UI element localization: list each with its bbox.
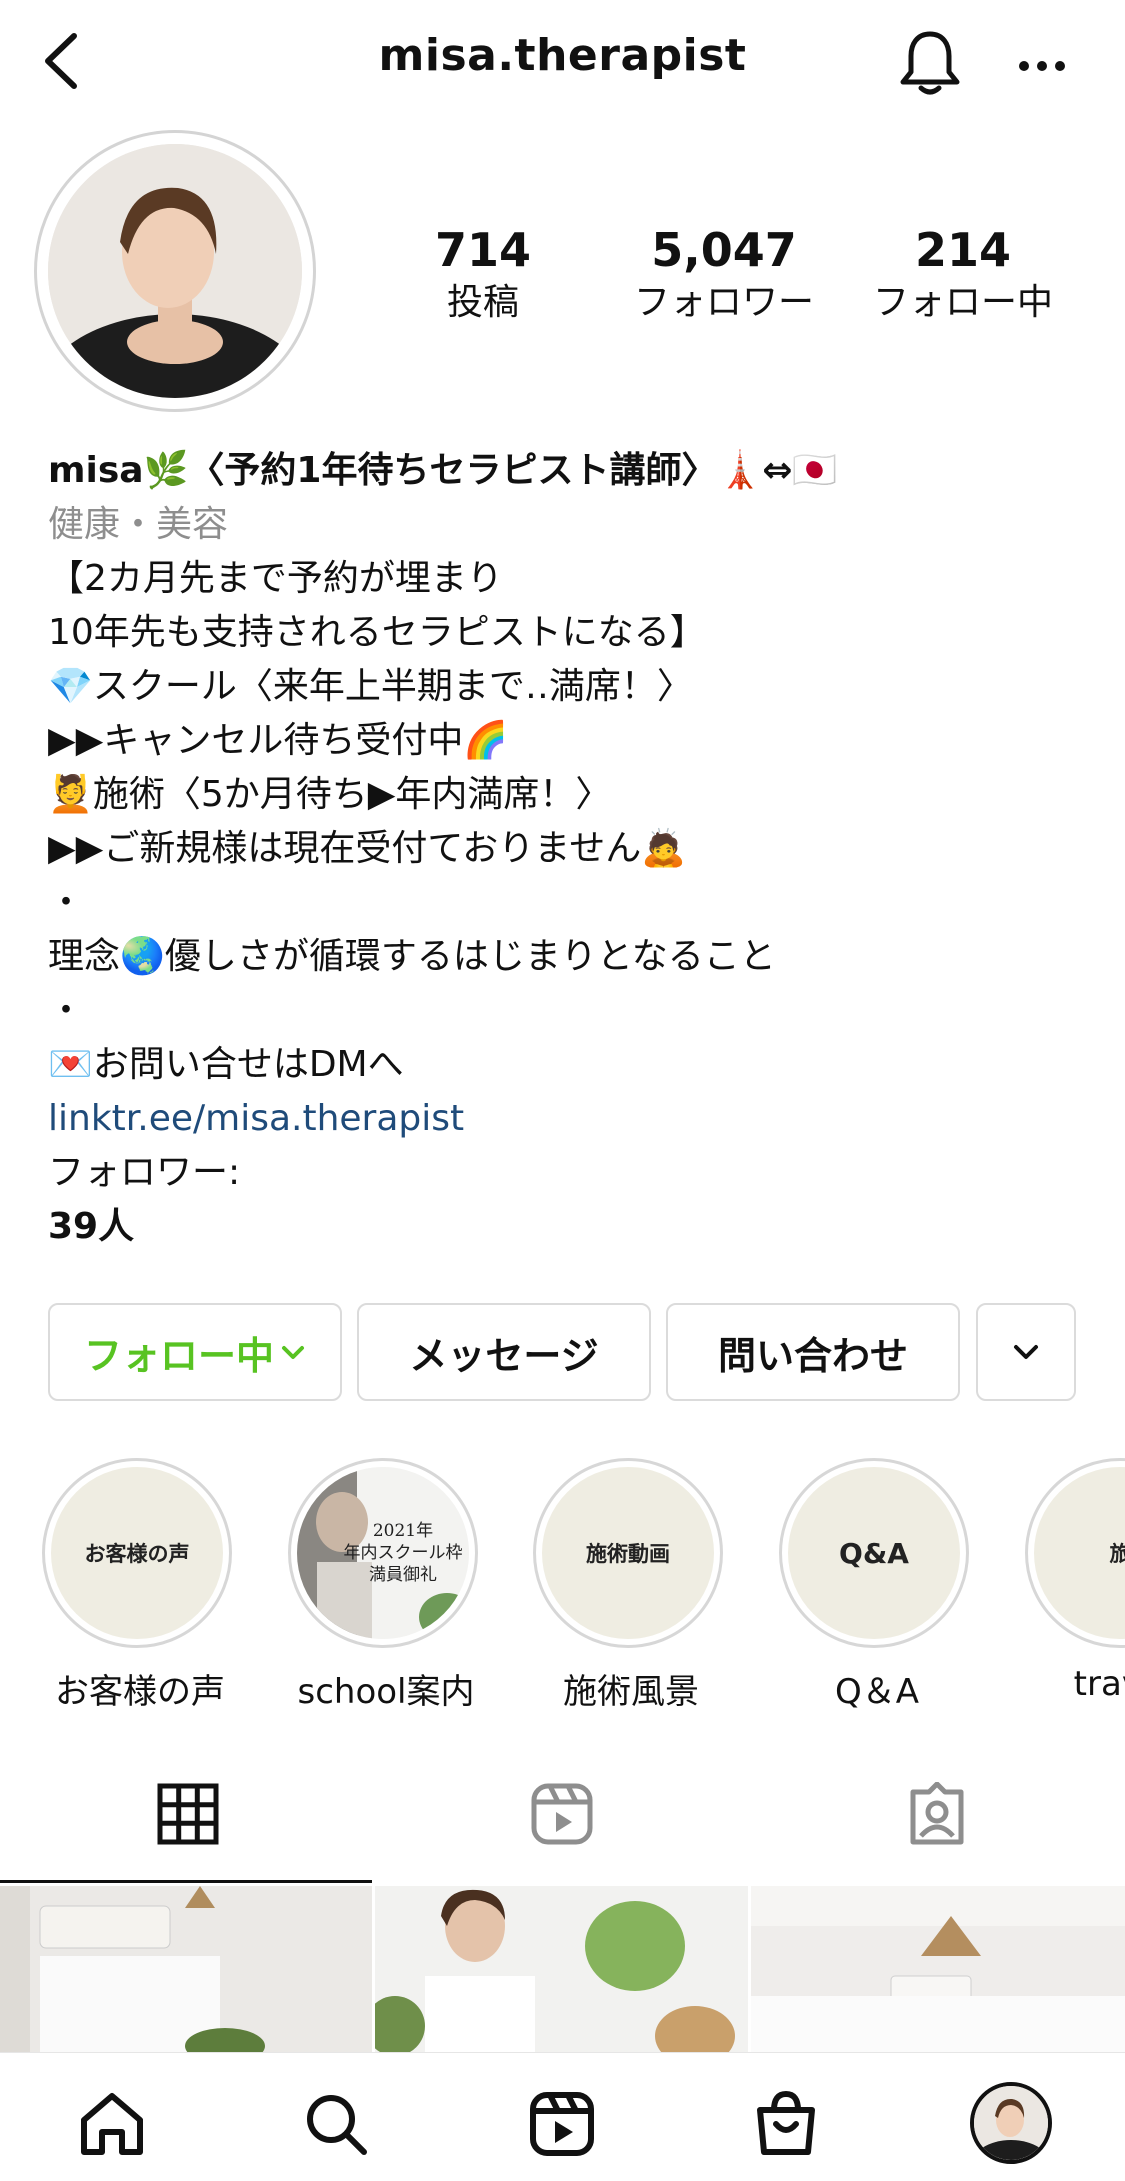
message-button-label: メッセージ xyxy=(409,1333,599,1378)
profile-avatar-nav[interactable] xyxy=(970,2082,1052,2164)
stat-label: フォロワー xyxy=(633,282,814,323)
highlight-cover: Q&A xyxy=(788,1467,960,1639)
bio-line: 💌お問い合せはDMへ xyxy=(48,1044,404,1085)
highlight-label: 施術風景 xyxy=(563,1672,699,1712)
highlight-ring: Q&A xyxy=(779,1458,969,1648)
following-button[interactable]: フォロー中 xyxy=(48,1303,342,1401)
profile-bio: misa🌿〈予約1年待ちセラピスト講師〉🗼⇔🇯🇵 健康・美容 【2カ月先まで予約… xyxy=(48,444,1078,1254)
highlight-label: お客様の声 xyxy=(55,1672,225,1712)
highlight-item[interactable]: お客様の声 お客様の声 xyxy=(42,1458,238,1713)
post-thumbnail[interactable] xyxy=(0,1886,372,2052)
active-tab-indicator xyxy=(0,1880,372,1883)
home-icon[interactable] xyxy=(78,2090,146,2158)
highlight-item-clipped[interactable]: 旅 travel xyxy=(1025,1458,1125,1718)
highlight-cover: お客様の声 xyxy=(51,1467,223,1639)
highlight-ring: 旅 xyxy=(1025,1458,1125,1648)
stat-label: フォロー中 xyxy=(872,282,1053,323)
post-thumbnail[interactable] xyxy=(375,1886,748,2052)
highlight-ring: 施術動画 xyxy=(533,1458,723,1648)
highlight-ring: お客様の声 xyxy=(42,1458,232,1648)
bio-line: 【2カ月先まで予約が埋まり xyxy=(48,558,503,599)
more-icon[interactable] xyxy=(1018,48,1066,84)
highlight-cover: 2021年 年内スクール枠 満員御礼 xyxy=(297,1467,469,1639)
highlight-cover: 施術動画 xyxy=(542,1467,714,1639)
stat-number: 714 xyxy=(434,223,532,277)
highlight-label: school案内 xyxy=(297,1672,475,1712)
bio-line: 10年先も支持されるセラピストになる】 xyxy=(48,612,706,653)
grid-icon[interactable] xyxy=(156,1782,220,1846)
shop-icon[interactable] xyxy=(752,2090,820,2158)
contact-button-label: 問い合わせ xyxy=(717,1333,908,1378)
stat-number: 214 xyxy=(914,223,1012,277)
highlight-item[interactable]: 施術動画 施術風景 xyxy=(533,1458,729,1713)
message-button[interactable]: メッセージ xyxy=(357,1303,651,1401)
post-thumbnail[interactable] xyxy=(751,1886,1125,2052)
highlight-ring: 2021年 年内スクール枠 満員御礼 xyxy=(288,1458,478,1648)
highlight-label: Q＆A xyxy=(834,1672,920,1712)
stat-label: 投稿 xyxy=(446,282,519,323)
bio-line: 💎スクール〈来年上半期まで‥満席！〉 xyxy=(48,666,693,707)
followed-by-value: 39人 xyxy=(48,1206,135,1247)
chevron-down-icon xyxy=(282,1346,304,1359)
reels-nav-icon[interactable] xyxy=(528,2090,596,2158)
chevron-down-icon xyxy=(1014,1345,1038,1359)
reels-icon[interactable] xyxy=(530,1782,594,1846)
category-label: 健康・美容 xyxy=(48,504,229,545)
bio-link[interactable]: linktr.ee/misa.therapist xyxy=(48,1092,1078,1146)
bio-line: ▶▶ご新規様は現在受付ておりません🙇 xyxy=(48,828,687,869)
bio-line: 💆施術〈5か月待ち▶年内満席！〉 xyxy=(48,774,612,815)
highlight-cover-text: 2021年 年内スクール枠 満員御礼 xyxy=(343,1521,463,1585)
bell-icon[interactable] xyxy=(897,28,963,98)
bio-line: ▶▶キャンセル待ち受付中🌈 xyxy=(48,720,509,761)
highlight-label: travel xyxy=(1073,1664,1125,1704)
stat-number: 5,047 xyxy=(651,223,797,277)
followers-count[interactable]: 5,047 フォロワー xyxy=(604,222,844,328)
followed-by-label: フォロワー: xyxy=(48,1152,241,1193)
tagged-icon[interactable] xyxy=(905,1782,969,1846)
suggested-accounts-button[interactable] xyxy=(976,1303,1076,1401)
following-button-label: フォロー中 xyxy=(83,1333,274,1378)
bio-line: ・ xyxy=(48,882,85,923)
contact-button[interactable]: 問い合わせ xyxy=(666,1303,960,1401)
bio-line: 理念🌏優しさが循環するはじまりとなること xyxy=(48,936,776,977)
highlight-item[interactable]: Q&A Q＆A xyxy=(779,1458,975,1713)
highlight-cover: 旅 xyxy=(1034,1467,1125,1639)
highlight-item[interactable]: 2021年 年内スクール枠 満員御礼 school案内 xyxy=(288,1458,484,1713)
bio-line: ・ xyxy=(48,990,85,1031)
display-name: misa🌿〈予約1年待ちセラピスト講師〉🗼⇔🇯🇵 xyxy=(48,450,838,491)
search-icon[interactable] xyxy=(302,2090,370,2158)
profile-avatar[interactable] xyxy=(48,144,302,398)
following-count[interactable]: 214 フォロー中 xyxy=(843,222,1083,328)
posts-count[interactable]: 714 投稿 xyxy=(363,222,603,328)
